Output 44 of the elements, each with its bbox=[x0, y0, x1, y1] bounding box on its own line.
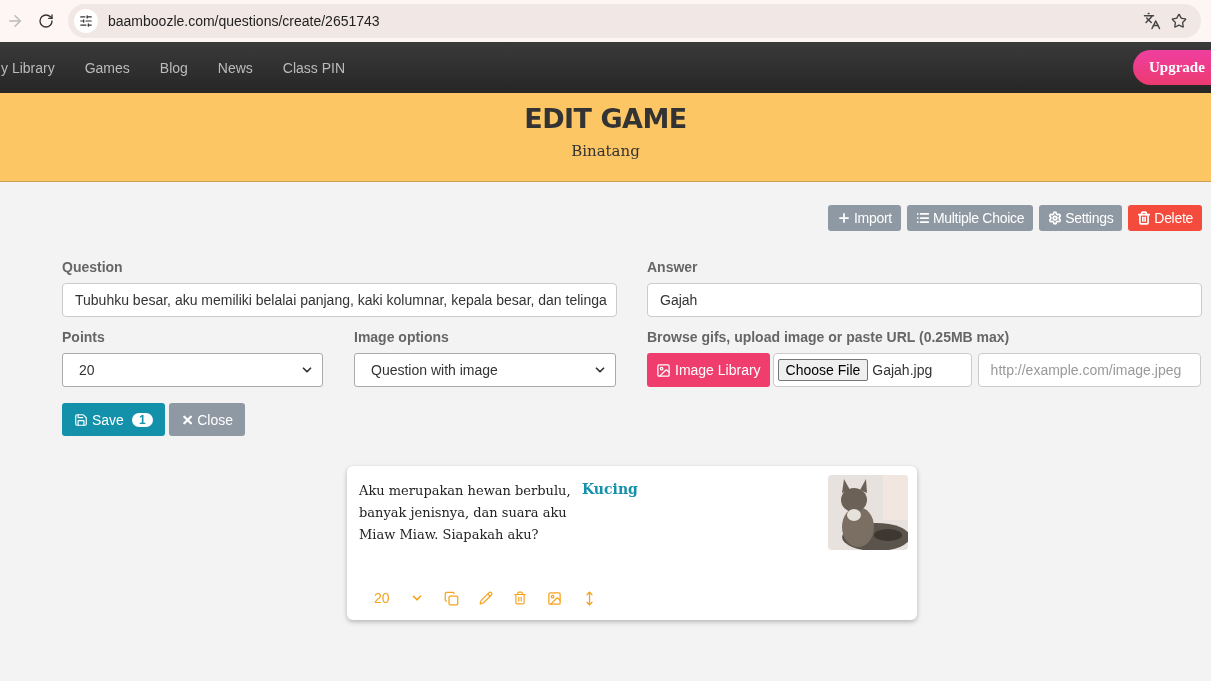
count-badge: 1 bbox=[131, 412, 153, 427]
image-library-button[interactable]: Image Library bbox=[647, 353, 770, 387]
star-icon[interactable] bbox=[1171, 13, 1187, 29]
nav-link[interactable]: Blog bbox=[159, 59, 188, 76]
nav-link[interactable]: Games bbox=[84, 59, 130, 76]
save-icon bbox=[74, 412, 88, 427]
forward-icon[interactable] bbox=[6, 12, 24, 30]
address-bar[interactable]: baamboozle.com/questions/create/2651743 bbox=[68, 4, 1201, 38]
nav-link[interactable]: y Library bbox=[1, 59, 55, 76]
game-title: Binatang bbox=[571, 142, 640, 160]
list-icon bbox=[915, 211, 930, 225]
page-title: EDIT GAME bbox=[524, 103, 687, 134]
image-url-field[interactable]: http://example.com/image.jpeg bbox=[977, 353, 1201, 387]
points-select[interactable]: 20 bbox=[62, 353, 323, 387]
trash-icon[interactable] bbox=[512, 591, 527, 605]
field-label: Browse gifs, upload image or paste URL (0.25MB max) bbox=[647, 329, 1011, 345]
field-label: Question bbox=[62, 259, 124, 275]
image-icon[interactable] bbox=[546, 590, 562, 606]
site-settings-icon[interactable] bbox=[74, 9, 98, 33]
nav-link[interactable]: Class PIN bbox=[282, 59, 346, 76]
field-label: Points bbox=[62, 329, 106, 345]
copy-icon[interactable] bbox=[443, 590, 459, 606]
save-button[interactable]: Save 1 bbox=[62, 403, 165, 436]
trash-icon bbox=[1137, 211, 1152, 225]
card-answer: Kucing bbox=[582, 481, 639, 499]
file-name: Gajah.jpg bbox=[872, 362, 933, 378]
question-field[interactable]: Tubuhku besar, aku memiliki belalai panjang, kaki kolumnar, kepala besar, dan telinga bbox=[62, 283, 617, 317]
url-text: baamboozle.com/questions/create/2651743 bbox=[108, 13, 381, 29]
nav-link[interactable]: News bbox=[217, 59, 253, 76]
file-field[interactable]: Choose File Gajah.jpg bbox=[772, 353, 972, 387]
translate-icon[interactable] bbox=[1143, 12, 1161, 30]
answer-field[interactable]: Gajah bbox=[647, 283, 1202, 317]
plus-icon bbox=[837, 211, 852, 225]
upgrade-button[interactable]: Upgrade bbox=[1133, 50, 1211, 85]
reload-icon[interactable] bbox=[38, 13, 54, 29]
field-label: Answer bbox=[647, 259, 699, 275]
pencil-icon[interactable] bbox=[478, 591, 493, 605]
image-options-select[interactable]: Question with image bbox=[354, 353, 616, 387]
image-icon bbox=[656, 362, 671, 378]
choose-file-button[interactable]: Choose File bbox=[777, 359, 869, 381]
action-button[interactable]: Delete bbox=[1128, 205, 1202, 231]
gear-icon bbox=[1048, 211, 1063, 225]
field-label: Image options bbox=[354, 329, 450, 345]
card-question: Aku merupakan hewan berbulu, banyak jenisnya, dan suara aku Miaw Miaw. Siapakah aku? bbox=[359, 482, 572, 544]
